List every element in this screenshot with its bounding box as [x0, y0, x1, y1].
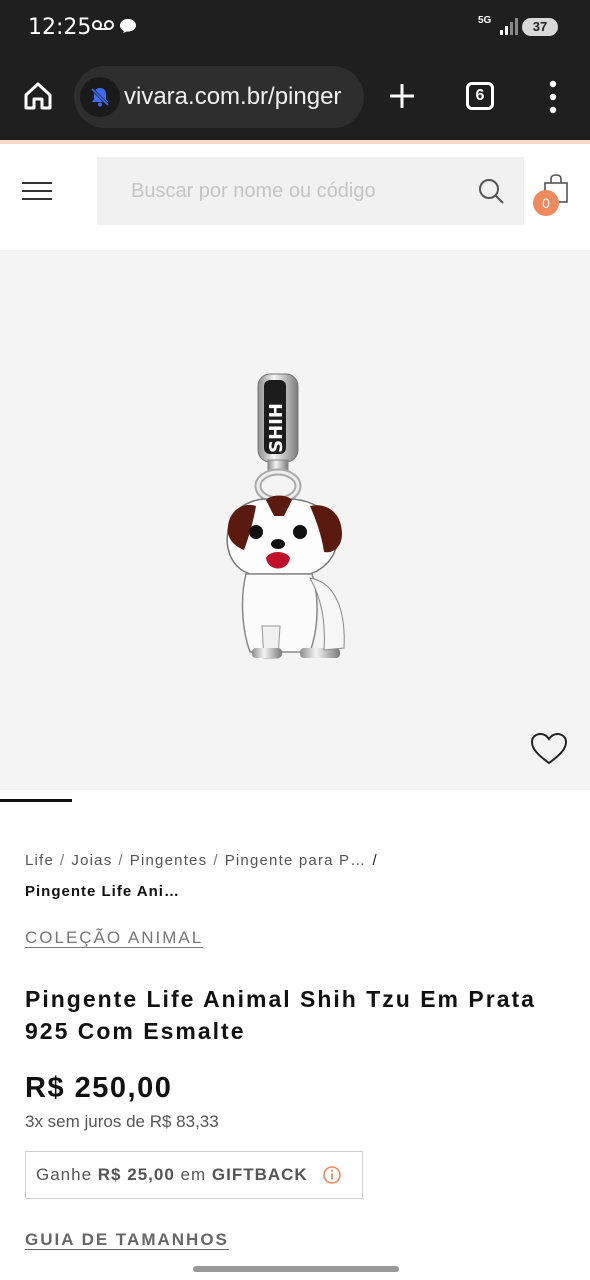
voicemail-icon — [92, 20, 114, 30]
home-indicator[interactable] — [193, 1266, 399, 1272]
bell-off-icon — [90, 87, 110, 107]
menu-icon[interactable] — [22, 182, 52, 202]
breadcrumb-item-pingente-para[interactable]: Pingente para P… — [225, 852, 367, 869]
product-image: SHIH — [226, 373, 345, 659]
search-input[interactable]: Buscar por nome ou código — [97, 157, 524, 225]
installments-text: 3x sem juros de R$ 83,33 — [25, 1112, 219, 1131]
giftback-label: GIFTBACK — [211, 1165, 308, 1184]
browser-toolbar: vivara.com.br/pinger 6 — [0, 56, 590, 140]
battery-indicator: 37 — [522, 18, 558, 36]
address-bar[interactable]: vivara.com.br/pinger — [74, 66, 364, 128]
giftback-amount: R$ 25,00 — [97, 1165, 175, 1184]
status-bar: 12:25 5G 37 — [0, 0, 590, 56]
breadcrumb-item-life[interactable]: Life — [25, 852, 54, 869]
product-image-gallery[interactable]: SHIH — [0, 250, 590, 790]
charm-engraving: SHIH — [266, 403, 287, 453]
giftback-box: Ganhe R$ 25,00 em GIFTBACK — [25, 1151, 363, 1199]
breadcrumb: Life / Joias / Pingentes / Pingente para P… / — [25, 852, 378, 869]
breadcrumb-item-pingentes[interactable]: Pingentes — [130, 852, 208, 869]
giftback-prefix: Ganhe — [36, 1165, 93, 1184]
url-text: vivara.com.br/pinger — [124, 83, 342, 110]
new-tab-icon[interactable] — [388, 82, 416, 110]
clock: 12:25 — [28, 15, 92, 40]
network-type: 5G — [478, 15, 492, 26]
search-icon[interactable] — [477, 177, 505, 205]
chat-notification-icon — [120, 19, 136, 33]
cart-count-badge: 0 — [533, 190, 559, 216]
site-header: Buscar por nome ou código 0 — [0, 144, 590, 248]
notifications-muted-button[interactable] — [80, 77, 120, 117]
gallery-progress-indicator — [0, 799, 72, 802]
heart-icon[interactable] — [530, 732, 568, 766]
home-icon[interactable] — [22, 80, 54, 112]
info-icon[interactable] — [322, 1165, 342, 1185]
tab-switcher-button[interactable]: 6 — [466, 82, 494, 110]
search-placeholder: Buscar por nome ou código — [131, 180, 376, 202]
giftback-mid: em — [180, 1165, 207, 1184]
product-title: Pingente Life Animal Shih Tzu Em Prata 9… — [25, 986, 536, 1044]
size-guide-link[interactable]: GUIA DE TAMANHOS — [25, 1230, 229, 1250]
product-price: R$ 250,00 — [25, 1072, 173, 1104]
breadcrumb-item-joias[interactable]: Joias — [71, 852, 112, 869]
collection-link[interactable]: COLEÇÃO ANIMAL — [25, 928, 203, 948]
breadcrumb-current: Pingente Life Ani… — [25, 883, 180, 900]
more-options-icon[interactable] — [548, 80, 558, 114]
signal-icon — [500, 18, 518, 35]
